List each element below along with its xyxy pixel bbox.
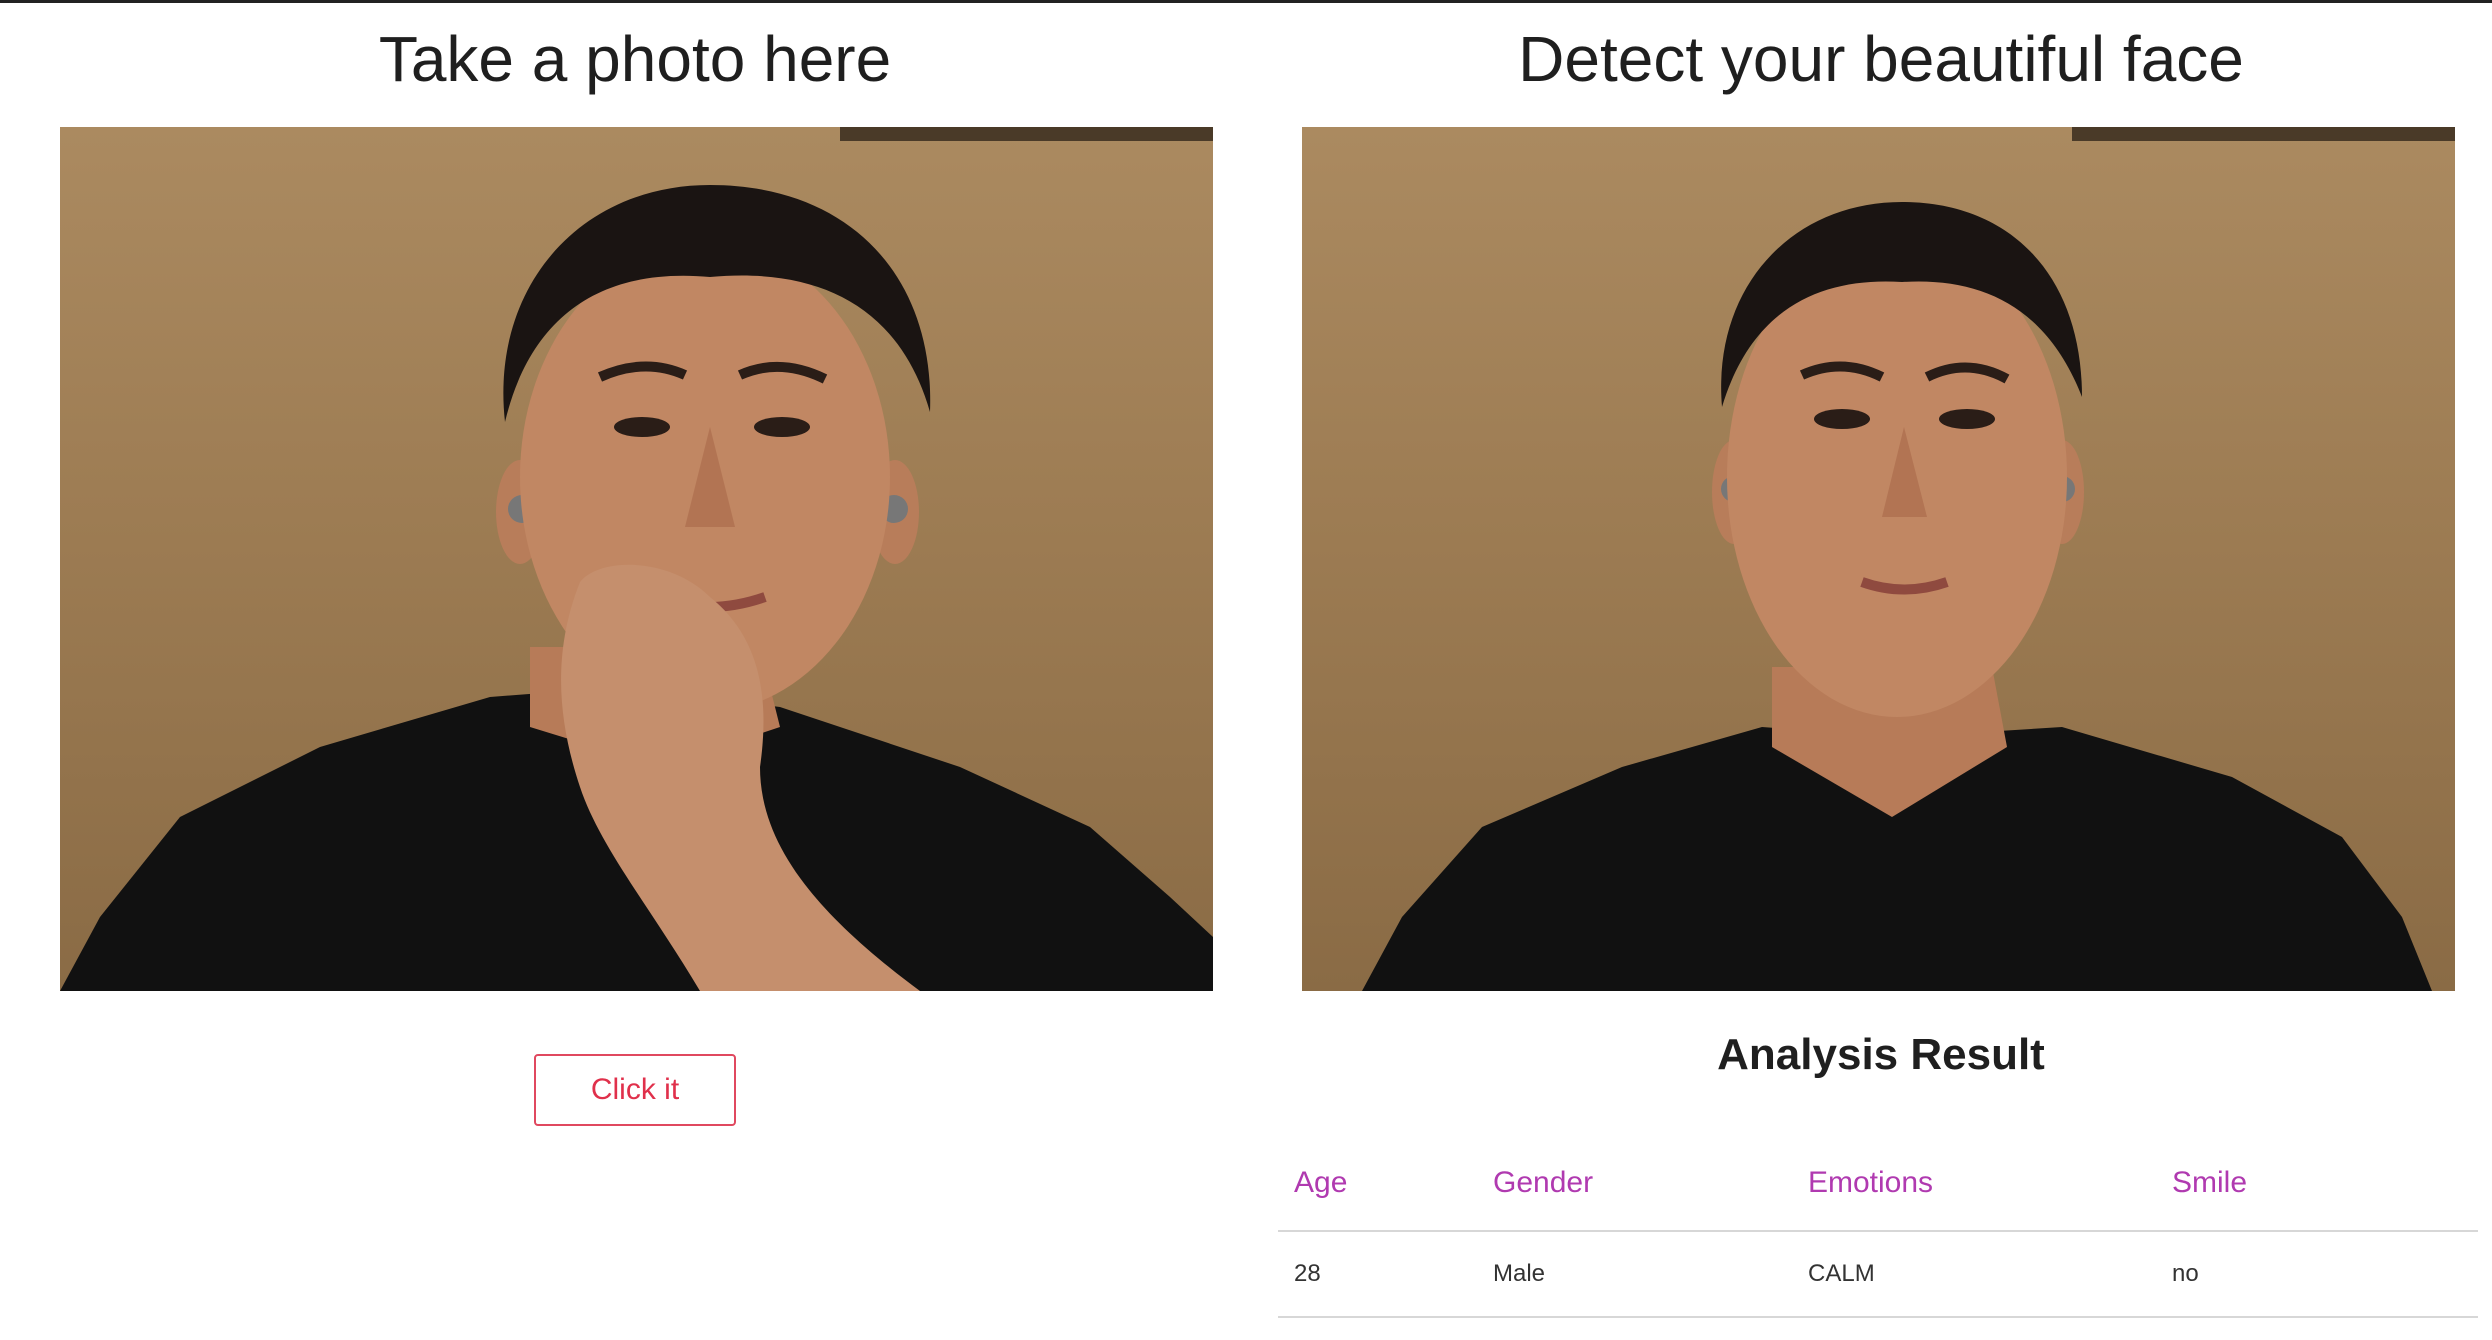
webcam-image (60, 127, 1213, 991)
click-it-button[interactable]: Click it (534, 1054, 736, 1126)
cell-smile: no (2172, 1260, 2199, 1287)
header-emotions: Emotions (1808, 1166, 1934, 1199)
captured-image (1362, 127, 2455, 991)
analysis-result-title: Analysis Result (1717, 1030, 2045, 1079)
webcam-preview (60, 127, 1213, 991)
table-header-row: Age Gender Emotions Smile (1278, 1136, 2478, 1232)
table-row: 28 Male CALM no (1278, 1232, 2478, 1318)
detect-title: Detect your beautiful face (1518, 23, 2244, 95)
header-smile: Smile (2172, 1166, 2248, 1199)
analysis-table: Age Gender Emotions Smile 28 Male CALM n… (1278, 1136, 2478, 1318)
capture-title: Take a photo here (378, 23, 892, 95)
header-gender: Gender (1493, 1166, 1594, 1199)
cell-gender: Male (1493, 1260, 1546, 1287)
header-age: Age (1294, 1166, 1348, 1199)
top-border (0, 0, 2492, 3)
cell-age: 28 (1294, 1260, 1321, 1287)
cell-emotions: CALM (1808, 1260, 1875, 1287)
captured-photo (1302, 127, 2455, 991)
